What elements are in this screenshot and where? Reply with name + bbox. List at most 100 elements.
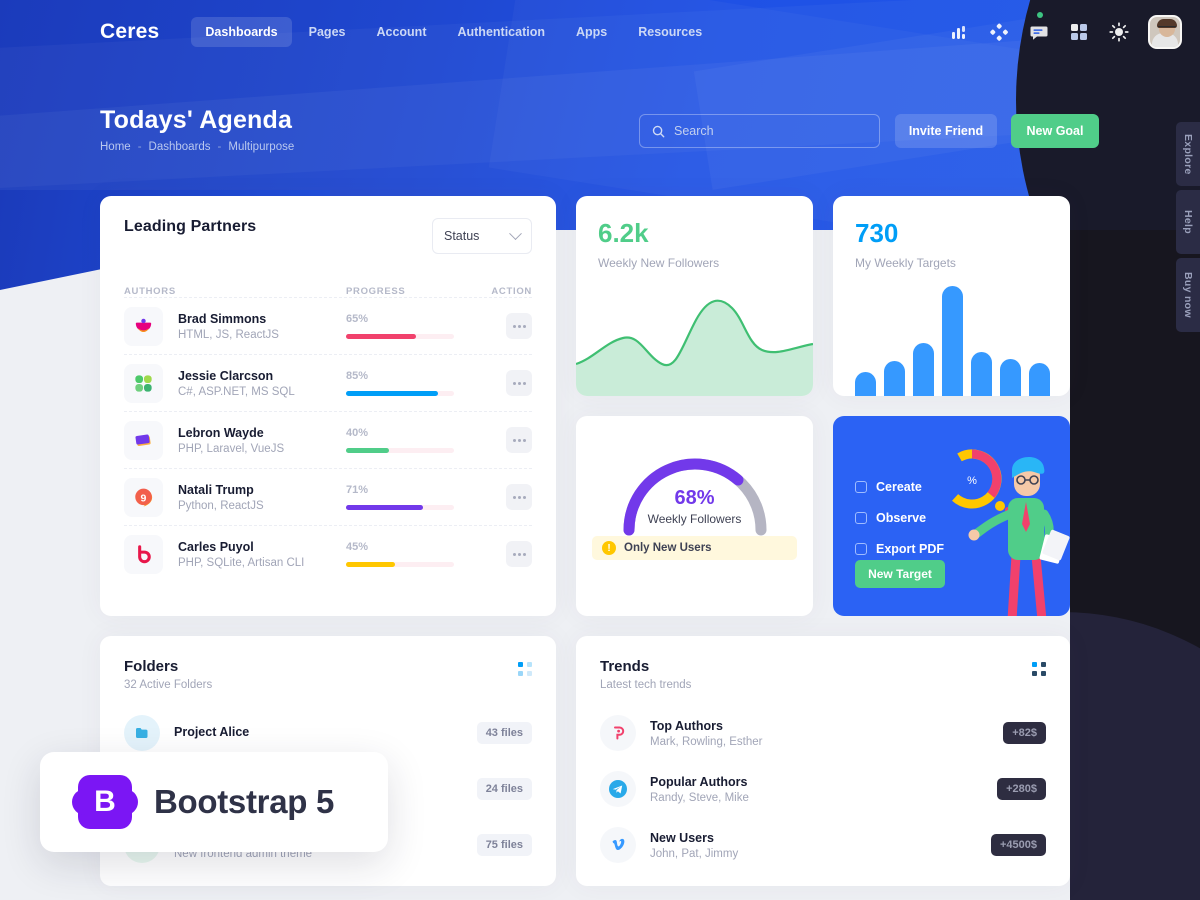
status-select-value: Status (444, 229, 480, 243)
weekly-followers-gauge-card: 68% Weekly Followers ! Only New Users (576, 416, 813, 616)
leading-partners-card: Leading Partners Status AUTHORS PROGRESS… (100, 196, 556, 616)
nav-item-account[interactable]: Account (362, 17, 440, 47)
targets-label: My Weekly Targets (855, 256, 956, 270)
folders-subtitle: 32 Active Folders (124, 679, 213, 691)
svg-text:9: 9 (141, 492, 147, 504)
partner-info: Jessie Clarcson C#, ASP.NET, MS SQL (178, 369, 346, 398)
progress-track (346, 505, 454, 510)
top-navigation: Ceres Dashboards Pages Account Authentic… (0, 0, 1200, 63)
partner-progress: 45% (346, 541, 476, 567)
folder-file-count: 43 files (476, 722, 532, 744)
nine-icon: 9 (124, 477, 163, 517)
nav-item-apps[interactable]: Apps (562, 17, 621, 47)
trends-card: Trends Latest tech trends Top Authors Ma… (576, 636, 1070, 886)
new-goal-button[interactable]: New Goal (1011, 114, 1099, 148)
search-input[interactable]: Search (639, 114, 880, 148)
partners-title: Leading Partners (124, 218, 257, 235)
row-actions-button[interactable] (506, 484, 532, 510)
gauge-center-label: 68% Weekly Followers (615, 487, 775, 526)
bar-6 (1000, 359, 1021, 396)
folder-file-count: 24 files (476, 778, 532, 800)
folder-info: Project Alice (174, 725, 249, 742)
folders-menu-icon[interactable] (518, 662, 532, 676)
chart-bar-icon[interactable] (948, 21, 970, 43)
bootstrap-badge: B Bootstrap 5 (40, 752, 388, 852)
column-authors: AUTHORS (124, 286, 176, 297)
partner-skills: HTML, JS, ReactJS (178, 328, 279, 341)
nav-item-pages[interactable]: Pages (295, 17, 360, 47)
row-actions-button[interactable] (506, 427, 532, 453)
trend-amount: +82$ (1003, 722, 1046, 744)
notification-dot (1037, 11, 1043, 18)
sidetab-help[interactable]: Help (1176, 190, 1200, 254)
grid-icon[interactable] (1068, 21, 1090, 43)
scatter-diamond-icon[interactable] (988, 21, 1010, 43)
invite-friend-button[interactable]: Invite Friend (895, 114, 997, 148)
trend-name: Popular Authors (650, 774, 748, 789)
checkbox-icon[interactable] (855, 481, 867, 493)
brand-logo[interactable]: Ceres (100, 20, 159, 44)
nav-links: Dashboards Pages Account Authentication … (191, 16, 716, 47)
table-row[interactable]: 9 Natali Trump Python, ReactJS 71% (124, 468, 532, 525)
partner-skills: PHP, SQLite, Artisan CLI (178, 556, 305, 569)
top-cards-row: Leading Partners Status AUTHORS PROGRESS… (100, 196, 1070, 616)
folder-file-count: 75 files (476, 834, 532, 856)
breadcrumb-multipurpose[interactable]: Multipurpose (228, 141, 294, 153)
checkbox-icon[interactable] (855, 543, 867, 555)
row-actions-button[interactable] (506, 370, 532, 396)
trends-menu-icon[interactable] (1032, 662, 1046, 676)
row-actions-button[interactable] (506, 541, 532, 567)
bebo-icon (124, 534, 163, 574)
warning-icon: ! (602, 541, 616, 555)
gauge-chart: 68% Weekly Followers (615, 450, 775, 536)
nav-item-resources[interactable]: Resources (624, 17, 716, 47)
trend-info: Top Authors Mark, Rowling, Esther (650, 719, 762, 748)
progress-value: 65% (346, 313, 369, 325)
row-actions-button[interactable] (506, 313, 532, 339)
trend-name: New Users (650, 830, 714, 845)
trend-info: New Users John, Pat, Jimmy (650, 831, 738, 860)
partner-name: Carles Puyol (178, 539, 254, 554)
sidetab-buy-now[interactable]: Buy now (1176, 258, 1200, 332)
progress-fill (346, 505, 423, 510)
avatar[interactable] (1148, 14, 1182, 49)
folder-name: Project Alice (174, 724, 250, 739)
table-row[interactable]: Lebron Wayde PHP, Laravel, VueJS 40% (124, 411, 532, 468)
page-title: Todays' Agenda (100, 106, 293, 134)
status-select[interactable]: Status (432, 218, 532, 254)
progress-value: 45% (346, 541, 369, 553)
bar-3 (913, 343, 934, 396)
list-item[interactable]: Popular Authors Randy, Steve, Mike +280$ (600, 761, 1046, 817)
progress-fill (346, 448, 390, 453)
nav-item-authentication[interactable]: Authentication (443, 17, 559, 47)
trend-amount: +280$ (997, 778, 1046, 800)
checkbox-icon[interactable] (855, 512, 867, 524)
table-row[interactable]: Carles Puyol PHP, SQLite, Artisan CLI 45… (124, 525, 532, 582)
list-item[interactable]: Top Authors Mark, Rowling, Esther +82$ (600, 705, 1046, 761)
bar-4 (942, 286, 963, 396)
partner-name: Natali Trump (178, 482, 254, 497)
chat-icon[interactable] (1028, 11, 1050, 43)
checklist-label: Cereate (876, 480, 922, 494)
search-placeholder: Search (674, 124, 714, 138)
bar-5 (971, 352, 992, 396)
app-root: Ceres Dashboards Pages Account Authentic… (0, 0, 1200, 900)
partner-info: Lebron Wayde PHP, Laravel, VueJS (178, 426, 346, 455)
trends-subtitle: Latest tech trends (600, 679, 692, 691)
bootstrap-badge-text: Bootstrap 5 (154, 783, 335, 820)
partner-skills: C#, ASP.NET, MS SQL (178, 385, 295, 398)
breadcrumb-home[interactable]: Home (100, 141, 131, 153)
sun-icon[interactable] (1108, 21, 1130, 43)
cards-icon (124, 420, 163, 460)
table-row[interactable]: Brad Simmons HTML, JS, ReactJS 65% (124, 297, 532, 354)
breadcrumb-dashboards[interactable]: Dashboards (149, 141, 211, 153)
breadcrumb-separator: - (137, 141, 142, 153)
table-row[interactable]: Jessie Clarcson C#, ASP.NET, MS SQL 85% (124, 354, 532, 411)
sidetab-explore[interactable]: Explore (1176, 122, 1200, 186)
nav-actions (948, 11, 1182, 49)
list-item[interactable]: New Users John, Pat, Jimmy +4500$ (600, 817, 1046, 873)
progress-track (346, 391, 454, 396)
nav-item-dashboards[interactable]: Dashboards (191, 16, 292, 47)
progress-value: 71% (346, 484, 369, 496)
progress-track (346, 562, 454, 567)
